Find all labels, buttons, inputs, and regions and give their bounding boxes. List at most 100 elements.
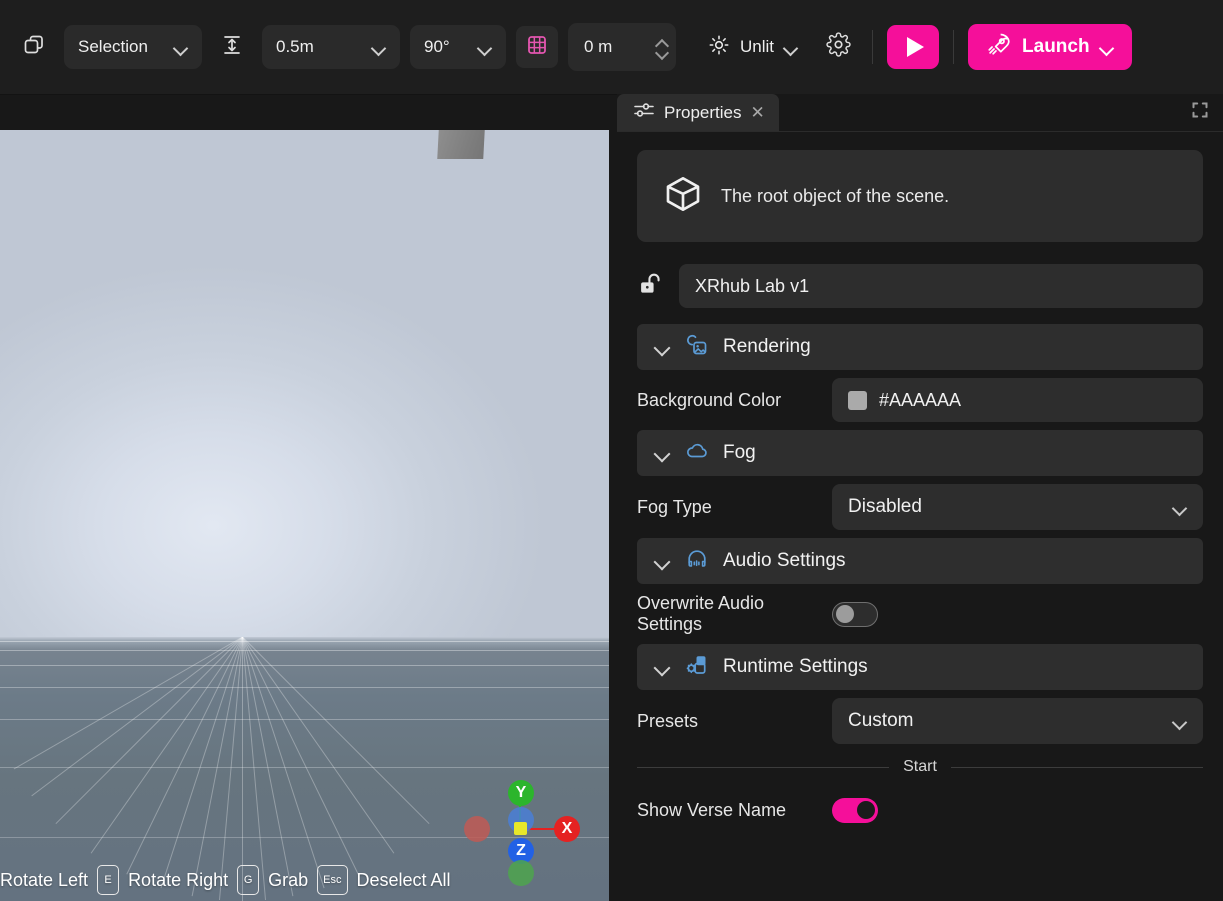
gizmo-axis-x[interactable]: X	[554, 816, 580, 842]
section-title-rendering: Rendering	[723, 336, 811, 357]
elevation-value: 0 m	[584, 37, 613, 56]
viewport-sky	[0, 130, 609, 637]
cube-icon	[663, 174, 703, 219]
background-color-label: Background Color	[637, 389, 782, 410]
runtime-gear-icon	[685, 653, 709, 682]
object-description-card: The root object of the scene.	[637, 150, 1203, 242]
chevron-down-icon	[1173, 503, 1187, 511]
headphones-icon	[685, 547, 709, 576]
toggle-knob	[857, 801, 875, 819]
selection-mode-dropdown[interactable]: Selection	[64, 25, 202, 69]
gizmo-y-label: Y	[515, 784, 527, 801]
toolbar-divider	[953, 30, 955, 64]
rotation-snap-dropdown[interactable]: 90°	[410, 25, 506, 69]
panel-expand-button[interactable]	[1185, 99, 1215, 125]
section-header-rendering[interactable]: Rendering	[637, 324, 1203, 370]
show-verse-name-toggle[interactable]	[832, 797, 878, 823]
divider-line-left	[637, 766, 890, 768]
lighting-mode-dropdown[interactable]: Unlit	[698, 25, 808, 69]
fog-type-dropdown[interactable]: Disabled	[832, 484, 1203, 530]
presets-dropdown[interactable]: Custom	[832, 698, 1203, 744]
row-overwrite-audio: Overwrite Audio Settings	[637, 584, 1203, 644]
chevron-down-icon	[1100, 43, 1114, 51]
section-header-fog[interactable]: Fog	[637, 430, 1203, 476]
chevron-down-icon	[174, 43, 188, 51]
close-icon[interactable]: ✕	[750, 104, 764, 121]
overlapping-squares-icon	[22, 33, 46, 62]
hint-key-3: Esc	[317, 865, 348, 895]
object-description-text: The root object of the scene.	[721, 185, 950, 206]
cloud-icon	[685, 439, 709, 468]
start-divider-label: Start	[903, 758, 937, 775]
fog-type-value: Disabled	[848, 496, 922, 517]
tab-properties-label: Properties	[664, 102, 742, 122]
grid-size-label: 0.5m	[276, 37, 314, 56]
viewport-hint-bar: Rotate Left E Rotate Right G Grab Esc De…	[0, 865, 609, 895]
chevron-down-icon	[655, 556, 671, 566]
object-name-row: XRhub Lab v1	[637, 264, 1203, 308]
panel-tabstrip: Properties ✕	[617, 94, 1223, 132]
section-header-audio[interactable]: Audio Settings	[637, 538, 1203, 584]
section-header-runtime[interactable]: Runtime Settings	[637, 644, 1203, 690]
vertical-snap-icon	[221, 33, 243, 62]
presets-value: Custom	[848, 710, 914, 731]
section-title-runtime: Runtime Settings	[723, 656, 868, 677]
tab-properties[interactable]: Properties ✕	[617, 94, 779, 131]
chevron-down-icon	[478, 43, 492, 51]
axis-gizmo[interactable]: Y X Z	[462, 770, 582, 886]
gizmo-origin[interactable]	[514, 822, 527, 835]
gizmo-axis-y[interactable]: Y	[508, 780, 534, 806]
rendering-image-icon	[685, 333, 709, 362]
overwrite-audio-toggle[interactable]	[832, 601, 878, 627]
background-color-field[interactable]: #AAAAAA	[832, 378, 1203, 422]
section-title-fog: Fog	[723, 442, 756, 463]
selection-mode-label: Selection	[78, 37, 148, 56]
lighting-mode-label: Unlit	[740, 37, 775, 56]
sun-icon	[708, 34, 730, 61]
stepper-down-button[interactable]	[655, 49, 668, 56]
hint-label-0: Rotate Left	[0, 869, 89, 890]
chevron-down-icon	[784, 43, 798, 51]
scene-object-block[interactable]	[437, 130, 485, 159]
stepper-arrows	[655, 39, 668, 56]
row-background-color: Background Color #AAAAAA	[637, 370, 1203, 430]
fog-type-label: Fog Type	[637, 496, 712, 517]
gizmo-z-label: Z	[516, 842, 526, 859]
grid-toggle-button[interactable]	[516, 26, 558, 68]
chevron-down-icon	[655, 662, 671, 672]
row-presets: Presets Custom	[637, 690, 1203, 752]
overwrite-audio-label: Overwrite Audio Settings	[637, 593, 765, 634]
gear-icon	[825, 32, 851, 62]
grid-icon	[525, 33, 549, 62]
gizmo-x-label: X	[561, 820, 573, 837]
hint-key-2: G	[237, 865, 260, 895]
background-color-swatch[interactable]	[848, 390, 867, 410]
object-name-input[interactable]: XRhub Lab v1	[679, 264, 1203, 308]
presets-label: Presets	[637, 710, 699, 731]
play-button[interactable]	[887, 25, 940, 69]
toolbar: Selection 0.5m 90° 0 m Unlit Launch	[0, 0, 1223, 95]
elevation-stepper[interactable]: 0 m	[568, 23, 676, 71]
grid-size-dropdown[interactable]: 0.5m	[262, 25, 400, 69]
sliders-icon	[633, 101, 655, 124]
expand-icon	[1192, 102, 1208, 123]
launch-label: Launch	[1022, 36, 1090, 57]
settings-button[interactable]	[818, 27, 858, 67]
play-icon	[906, 37, 924, 57]
hint-label-1: Rotate Right	[128, 869, 229, 890]
duplicate-button[interactable]	[14, 27, 54, 67]
hint-key-1: E	[97, 865, 120, 895]
unlock-icon[interactable]	[637, 271, 663, 302]
height-snap-button[interactable]	[212, 27, 252, 67]
launch-button[interactable]: Launch	[968, 24, 1132, 70]
section-title-audio: Audio Settings	[723, 550, 846, 571]
3d-viewport[interactable]: Y X Z Rotate Left E Rotate Right G Grab …	[0, 130, 609, 901]
show-verse-name-label: Show Verse Name	[637, 799, 787, 820]
hint-label-3: Deselect All	[356, 869, 451, 890]
row-show-verse-name: Show Verse Name	[637, 780, 1203, 840]
chevron-down-icon	[655, 448, 671, 458]
row-fog-type: Fog Type Disabled	[637, 476, 1203, 538]
toolbar-divider	[872, 30, 874, 64]
gizmo-axis-x-neg[interactable]	[464, 816, 490, 842]
divider-line-right	[950, 766, 1204, 768]
